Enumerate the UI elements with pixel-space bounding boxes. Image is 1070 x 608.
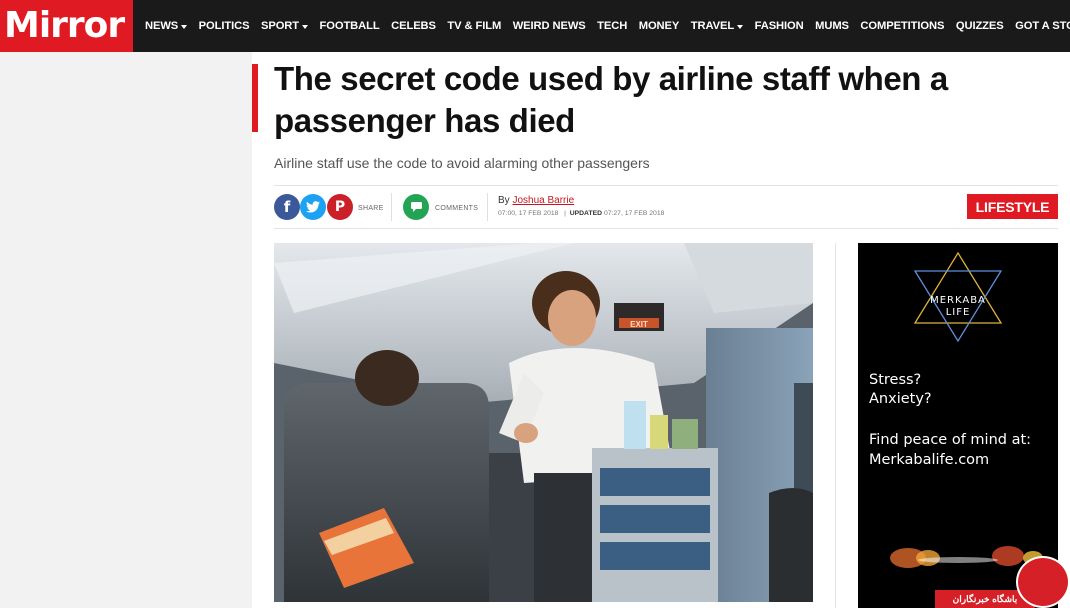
divider (274, 185, 1058, 186)
ad-text-stress: Stress? (869, 372, 922, 388)
comment-icon (410, 202, 422, 212)
article-dates: 07:00, 17 FEB 2018 | UPDATED 07:27, 17 F… (498, 210, 665, 217)
nav-item-mums[interactable]: MUMS (815, 20, 849, 32)
nav-item-travel[interactable]: TRAVEL (690, 20, 744, 32)
category-badge[interactable]: LIFESTYLE (967, 194, 1058, 219)
nav-item-money[interactable]: MONEY (639, 20, 680, 32)
ad-text-peace: Find peace of mind at: (869, 432, 1032, 448)
facebook-icon: f (283, 198, 291, 216)
hero-image: EXIT (274, 243, 813, 602)
nav-item-label: MONEY (638, 20, 680, 32)
nav-item-celebs[interactable]: CELEBS (391, 20, 436, 32)
mirror-logo[interactable]: Mirror (0, 0, 133, 52)
ad-logo-line2: LIFE (945, 307, 971, 318)
nav-item-label: FOOTBALL (319, 20, 380, 32)
column-divider (835, 243, 836, 608)
published-time: 07:00, 17 FEB 2018 (498, 210, 559, 217)
nav-item-label: MUMS (815, 20, 849, 32)
nav-item-competitions[interactable]: COMPETITIONS (860, 20, 944, 32)
nav-item-politics[interactable]: POLITICS (199, 20, 250, 32)
nav-item-weird-news[interactable]: WEIRD NEWS (513, 20, 586, 32)
comments-label: COMMENTS (435, 205, 479, 212)
main-nav: NEWS POLITICS SPORT FOOTBALL CELEBS TV & FILM… (145, 0, 1070, 52)
nav-item-fashion[interactable]: FASHION (755, 20, 804, 32)
ad-text-url: Merkabalife.com (869, 452, 990, 468)
ad-logo-line1: MERKABA (930, 295, 986, 306)
nav-item-label: NEWS (145, 20, 179, 32)
ad-text-anxiety: Anxiety? (869, 391, 932, 407)
nav-item-label: WEIRD NEWS (512, 20, 586, 32)
share-label: SHARE (358, 205, 384, 212)
nav-item-quizzes[interactable]: QUIZZES (956, 20, 1004, 32)
nav-item-football[interactable]: FOOTBALL (320, 20, 380, 32)
byline: By Joshua Barrie (498, 195, 574, 206)
divider (274, 228, 1058, 229)
left-gutter (0, 52, 252, 608)
facebook-share-button[interactable]: f (274, 194, 300, 220)
byline-prefix: By (498, 195, 510, 206)
nav-item-label: TRAVEL (690, 20, 735, 32)
divider (487, 193, 488, 221)
cabin-photo: EXIT (274, 243, 813, 602)
exit-sign: EXIT (630, 320, 648, 329)
nav-item-label: GOT A STORY? (1015, 20, 1070, 32)
nav-item-label: SPORT (260, 20, 300, 32)
nav-item-tv-film[interactable]: TV & FILM (447, 20, 501, 32)
nav-item-label: TECH (597, 20, 628, 32)
chevron-down-icon (737, 24, 744, 29)
chevron-down-icon (181, 24, 188, 29)
twitter-share-button[interactable] (300, 194, 326, 220)
nav-item-sport[interactable]: SPORT (260, 20, 309, 32)
article-subtitle: Airline staff use the code to avoid alar… (274, 155, 650, 171)
title-accent-bar (252, 64, 258, 132)
nav-item-news[interactable]: NEWS (145, 20, 188, 32)
nav-item-label: FASHION (754, 20, 804, 32)
top-nav-bar: Mirror NEWS POLITICS SPORT FOOTBALL CELEBS TV… (0, 0, 1070, 52)
nav-item-label: QUIZZES (955, 20, 1004, 32)
advertisement[interactable]: MERKABA LIFE Stress? Anxiety? Find peace… (858, 243, 1058, 608)
pinterest-share-button[interactable]: P (327, 194, 353, 220)
nav-item-label: POLITICS (198, 20, 250, 32)
divider (391, 193, 392, 221)
nav-item-got-a-story[interactable]: GOT A STORY? (1015, 20, 1070, 32)
nav-item-label: COMPETITIONS (860, 20, 945, 32)
comments-button[interactable] (403, 194, 429, 220)
author-link[interactable]: Joshua Barrie (512, 195, 574, 206)
updated-time: 07:27, 17 FEB 2018 (603, 210, 665, 217)
updated-label: UPDATED (569, 210, 603, 217)
watermark-logo (1016, 556, 1070, 608)
nav-item-tech[interactable]: TECH (597, 20, 627, 32)
chevron-down-icon (302, 24, 309, 29)
pinterest-icon: P (334, 199, 346, 215)
nav-item-label: TV & FILM (447, 20, 502, 32)
article-title: The secret code used by airline staff wh… (274, 60, 948, 139)
nav-item-label: CELEBS (391, 20, 436, 32)
twitter-icon (306, 201, 320, 213)
